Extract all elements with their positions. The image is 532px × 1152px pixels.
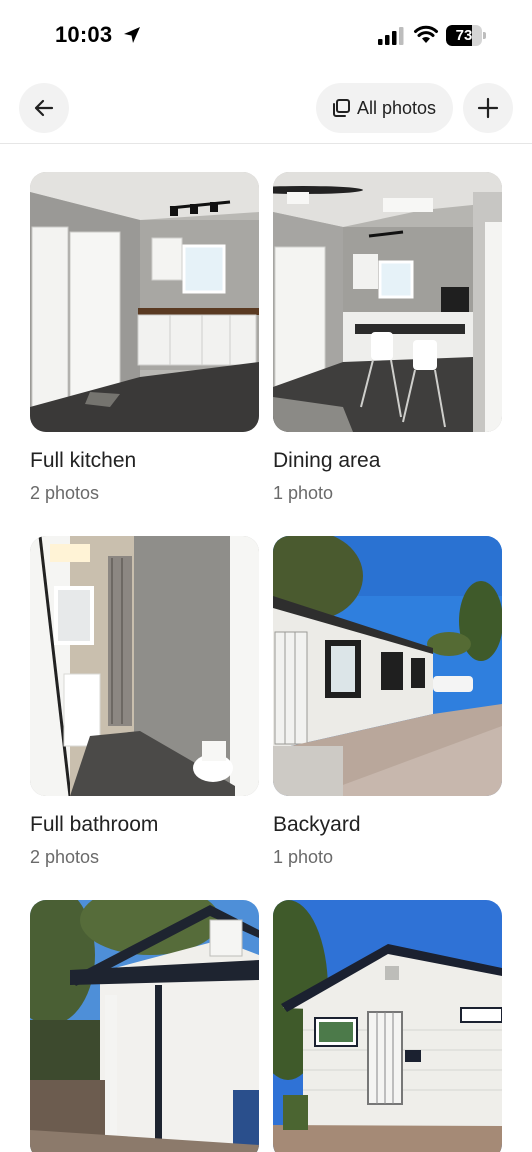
kitchen-photo — [30, 172, 259, 432]
backyard-photo — [273, 536, 502, 796]
dining-photo — [273, 172, 502, 432]
all-photos-button[interactable]: All photos — [316, 83, 453, 133]
top-nav: All photos — [0, 64, 532, 144]
plus-icon — [477, 97, 499, 119]
status-time: 10:03 — [55, 22, 113, 47]
cellular-signal-icon — [378, 27, 404, 45]
room-photo-count: 1 photo — [273, 483, 334, 503]
room-thumbnail[interactable] — [30, 536, 259, 796]
battery-level: 73 — [455, 27, 473, 44]
exterior-shed-photo — [30, 900, 259, 1152]
room-title: Dining area — [273, 449, 381, 472]
room-thumbnail[interactable] — [30, 172, 259, 432]
wifi-icon — [414, 25, 438, 43]
room-thumbnail[interactable] — [273, 536, 502, 796]
add-button[interactable] — [463, 83, 513, 133]
room-title: Full kitchen — [30, 449, 137, 472]
room-photo-count: 2 photos — [30, 483, 100, 503]
location-arrow-icon — [124, 27, 140, 43]
room-thumbnail[interactable] — [30, 900, 259, 1152]
exterior-house-photo — [273, 900, 502, 1152]
battery-icon: 73 — [446, 25, 486, 46]
room-title: Backyard — [273, 813, 361, 836]
photo-stack-icon — [333, 99, 350, 117]
status-bar: 10:03 73 — [0, 0, 532, 64]
back-button[interactable] — [19, 83, 69, 133]
bathroom-photo — [30, 536, 259, 796]
room-title: Full bathroom — [30, 813, 159, 836]
arrow-left-icon — [34, 99, 54, 117]
room-thumbnail[interactable] — [273, 900, 502, 1152]
room-photo-count: 1 photo — [273, 847, 334, 867]
room-photo-count: 2 photos — [30, 847, 100, 867]
all-photos-label: All photos — [357, 97, 437, 118]
room-thumbnail[interactable] — [273, 172, 502, 432]
